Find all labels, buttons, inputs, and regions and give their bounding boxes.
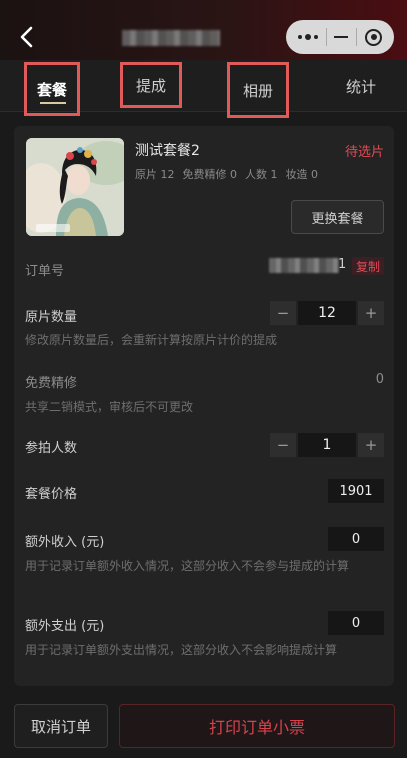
minimize-icon[interactable] bbox=[334, 36, 349, 38]
extra-income-label: 额外收入 (元) bbox=[25, 535, 105, 550]
package-price-input[interactable]: 1901 bbox=[328, 479, 384, 503]
tab-package-label: 套餐 bbox=[36, 80, 67, 99]
order-number-tail: 1 bbox=[338, 257, 347, 272]
bottom-action-bar: 取消订单 打印订单小票 bbox=[0, 690, 407, 758]
people-label: 参拍人数 bbox=[25, 441, 78, 456]
order-number-label: 订单号 bbox=[25, 264, 65, 279]
cancel-order-button[interactable]: 取消订单 bbox=[14, 704, 108, 748]
original-count-hint: 修改原片数量后，会重新计算按原片计价的提成 bbox=[25, 333, 278, 347]
tab-album[interactable]: 相册 bbox=[227, 62, 289, 118]
people-input[interactable]: 1 bbox=[298, 433, 356, 457]
people-stepper: − 1 + bbox=[270, 433, 384, 457]
extra-expense-label: 额外支出 (元) bbox=[25, 619, 105, 634]
extra-expense-input[interactable]: 0 bbox=[328, 611, 384, 635]
copy-button[interactable]: 复制 bbox=[352, 257, 384, 275]
mini-program-capsule bbox=[286, 20, 394, 54]
active-tab-underline bbox=[40, 102, 66, 104]
top-header bbox=[0, 0, 407, 60]
free-retouch-value: 0 bbox=[375, 372, 384, 387]
free-retouch-label: 免费精修 bbox=[25, 376, 78, 391]
capsule-divider bbox=[356, 28, 358, 46]
increment-button[interactable]: + bbox=[358, 301, 384, 325]
tab-statistics-label: 统计 bbox=[345, 77, 376, 96]
order-number-redacted bbox=[269, 258, 339, 273]
print-receipt-button[interactable]: 打印订单小票 bbox=[119, 704, 395, 748]
status-badge: 待选片 bbox=[344, 145, 384, 160]
target-close-icon[interactable] bbox=[365, 28, 383, 46]
decrement-button[interactable]: − bbox=[270, 433, 296, 457]
package-name: 测试套餐2 bbox=[135, 143, 200, 159]
change-package-button[interactable]: 更换套餐 bbox=[291, 200, 384, 234]
tab-package[interactable]: 套餐 bbox=[24, 62, 80, 116]
package-price-label: 套餐价格 bbox=[25, 487, 78, 502]
tab-bar: 套餐 提成 相册 统计 bbox=[0, 60, 407, 118]
original-count-input[interactable]: 12 bbox=[298, 301, 356, 325]
extra-income-input[interactable]: 0 bbox=[328, 527, 384, 551]
stat-original: 原片 12 bbox=[135, 168, 175, 181]
increment-button[interactable]: + bbox=[358, 433, 384, 457]
stat-free-retouch: 免费精修 0 bbox=[182, 168, 238, 181]
free-retouch-hint: 共享二销模式，审核后不可更改 bbox=[25, 400, 194, 414]
back-button[interactable] bbox=[14, 24, 40, 50]
capsule-divider bbox=[325, 28, 327, 46]
page-title-redacted bbox=[122, 30, 220, 46]
more-dots-icon[interactable] bbox=[297, 34, 318, 40]
original-count-stepper: − 12 + bbox=[270, 301, 384, 325]
extra-expense-hint: 用于记录订单额外支出情况，这部分收入不会影响提成计算 bbox=[25, 643, 338, 657]
decrement-button[interactable]: − bbox=[270, 301, 296, 325]
chevron-left-icon bbox=[20, 26, 33, 48]
portrait-image bbox=[26, 138, 124, 236]
package-thumbnail[interactable] bbox=[26, 138, 124, 236]
tab-statistics[interactable]: 统计 bbox=[326, 60, 396, 112]
extra-income-hint: 用于记录订单额外收入情况，这部分收入不会参与提成的计算 bbox=[25, 559, 350, 573]
original-count-label: 原片数量 bbox=[25, 310, 78, 325]
order-card: 测试套餐2 待选片 原片 12 免费精修 0 人数 1 妆造 0 更换套餐 订单号 1… bbox=[14, 126, 394, 686]
tab-album-label: 相册 bbox=[242, 81, 273, 100]
package-stats: 原片 12 免费精修 0 人数 1 妆造 0 bbox=[135, 166, 326, 182]
tab-commission-label: 提成 bbox=[135, 76, 166, 95]
stat-people: 人数 1 bbox=[245, 168, 278, 181]
tab-commission[interactable]: 提成 bbox=[120, 62, 182, 108]
stat-makeup: 妆造 0 bbox=[285, 168, 319, 181]
